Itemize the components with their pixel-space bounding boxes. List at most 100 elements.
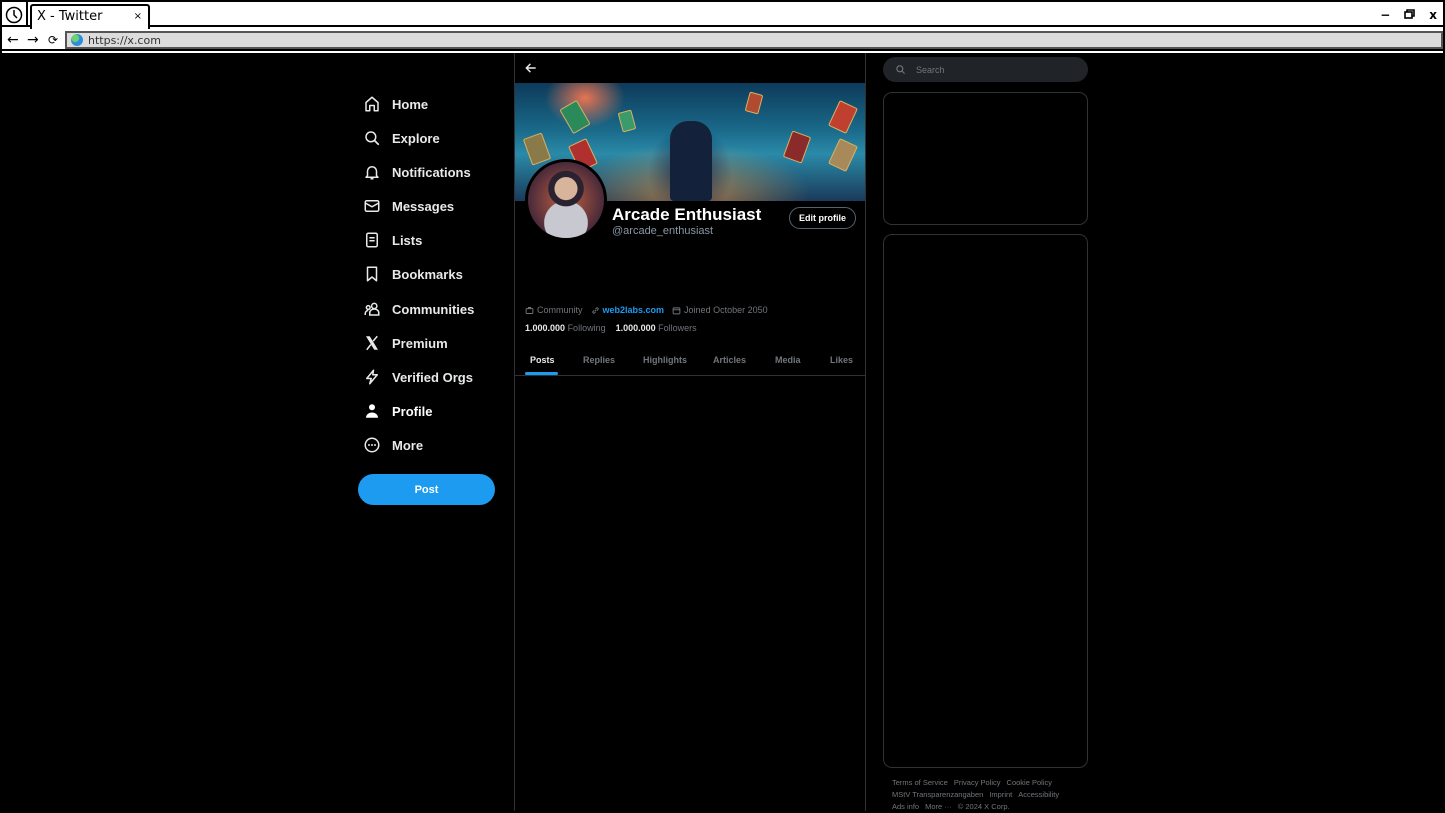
footer-links: Terms of Service Privacy Policy Cookie Pol… — [892, 777, 1082, 811]
x-logo-icon — [366, 335, 378, 351]
sidebar-item-notifications[interactable]: Notifications — [363, 157, 471, 187]
home-icon — [365, 96, 379, 112]
globe-icon — [71, 34, 83, 46]
bookmark-icon — [366, 266, 378, 282]
search-icon — [896, 65, 906, 75]
profile-name: Arcade Enthusiast — [612, 205, 762, 224]
tab-close-button[interactable]: × — [134, 6, 142, 28]
sidebar-item-label: Verified Orgs — [392, 369, 473, 385]
sidebar-panel-bottom — [883, 234, 1088, 768]
footer-link[interactable]: Accessibility — [1018, 790, 1059, 799]
banner-card — [617, 109, 637, 133]
calendar-icon — [672, 306, 681, 314]
sidebar-item-premium[interactable]: Premium — [363, 328, 448, 358]
sidebar-item-label: Home — [392, 96, 429, 112]
sidebar-item-verified-orgs[interactable]: Verified Orgs — [363, 362, 473, 392]
footer-link[interactable]: Privacy Policy — [954, 778, 1001, 787]
edit-profile-button[interactable]: Edit profile — [789, 207, 856, 229]
sidebar-item-label: Lists — [392, 232, 423, 248]
sidebar-item-label: Explore — [392, 130, 440, 146]
sidebar-item-home[interactable]: Home — [363, 89, 428, 119]
sidebar-item-messages[interactable]: Messages — [363, 191, 454, 221]
tab-posts[interactable]: Posts — [530, 345, 555, 375]
browser-window: X - Twitter × − x ← → ⟳ https://x.com Ho… — [0, 0, 1445, 813]
back-button[interactable]: ← — [7, 29, 19, 51]
banner-card — [828, 100, 858, 134]
profile-column: Arcade Enthusiast @arcade_enthusiast Edi… — [514, 53, 866, 811]
reload-button[interactable]: ⟳ — [48, 29, 58, 51]
profile-category: Community — [525, 305, 583, 315]
url-text: https://x.com — [88, 33, 161, 47]
post-button[interactable]: Post — [358, 474, 495, 505]
minimize-button[interactable]: − — [1380, 8, 1390, 22]
close-window-button[interactable]: x — [1429, 8, 1437, 22]
sidebar-item-explore[interactable]: Explore — [363, 123, 440, 153]
banner-card — [744, 91, 764, 115]
sidebar-item-label: Notifications — [392, 164, 471, 180]
search-placeholder: Search — [916, 64, 945, 75]
bell-icon — [365, 166, 379, 180]
tab-media[interactable]: Media — [775, 345, 801, 375]
copyright: © 2024 X Corp. — [957, 802, 1010, 811]
address-bar[interactable]: https://x.com — [65, 31, 1443, 49]
active-tab-indicator — [525, 372, 558, 375]
list-icon — [366, 232, 378, 248]
link-icon — [591, 306, 599, 314]
followers-stat[interactable]: 1.000.000 Followers — [616, 323, 697, 333]
person-icon — [366, 404, 378, 418]
profile-avatar[interactable] — [525, 159, 607, 241]
footer-link[interactable]: Terms of Service — [892, 778, 948, 787]
search-input[interactable]: Search — [883, 57, 1088, 82]
sidebar-item-profile[interactable]: Profile — [363, 396, 432, 426]
sidebar-item-label: More — [392, 437, 424, 453]
tab-replies[interactable]: Replies — [583, 345, 615, 375]
banner-hooded-figure — [670, 121, 712, 201]
browser-tab[interactable]: X - Twitter × — [30, 4, 150, 29]
sidebar-item-bookmarks[interactable]: Bookmarks — [363, 259, 463, 289]
banner-card — [522, 132, 552, 166]
forward-button[interactable]: → — [27, 29, 39, 51]
profile-website[interactable]: web2labs.com — [591, 305, 665, 315]
website-link[interactable]: web2labs.com — [603, 305, 665, 315]
envelope-icon — [364, 200, 380, 212]
sidebar-item-lists[interactable]: Lists — [363, 225, 422, 255]
briefcase-icon — [525, 306, 534, 314]
more-circle-icon — [364, 437, 380, 453]
footer-link[interactable]: Cookie Policy — [1007, 778, 1052, 787]
following-stat[interactable]: 1.000.000 Following — [525, 323, 606, 333]
restore-button[interactable] — [1404, 8, 1416, 22]
banner-card — [559, 99, 591, 135]
banner-card — [782, 130, 812, 164]
tab-articles[interactable]: Articles — [713, 345, 746, 375]
footer-link[interactable]: Ads info — [892, 802, 919, 811]
banner-card — [828, 138, 858, 172]
profile-joined: Joined October 2050 — [672, 305, 768, 315]
back-arrow-icon[interactable] — [524, 61, 538, 75]
footer-link[interactable]: Imprint — [989, 790, 1012, 799]
clock-icon — [5, 6, 23, 23]
tab-likes[interactable]: Likes — [830, 345, 853, 375]
restore-icon — [1404, 8, 1416, 19]
communities-icon — [364, 302, 380, 316]
navigation-bar: ← → ⟳ https://x.com — [2, 29, 1443, 51]
history-button[interactable] — [2, 2, 28, 27]
sidebar-panel-top — [883, 92, 1088, 225]
sidebar-nav: Home Explore Notifications Messages List… — [357, 53, 514, 811]
profile-tabs: Posts Replies Highlights Articles Media … — [515, 345, 865, 376]
footer-link[interactable]: MStV Transparenzangaben — [892, 790, 983, 799]
search-icon — [365, 131, 380, 146]
window-controls: − x — [1380, 2, 1437, 27]
sidebar-item-label: Communities — [392, 301, 475, 317]
title-bar: X - Twitter × − x — [2, 2, 1443, 29]
sidebar-item-communities[interactable]: Communities — [363, 294, 474, 324]
tab-highlights[interactable]: Highlights — [643, 345, 687, 375]
profile-meta: Community web2labs.com Joined October 20… — [525, 305, 768, 315]
sidebar-item-label: Profile — [392, 403, 433, 419]
sidebar-item-label: Bookmarks — [392, 266, 463, 282]
footer-link[interactable]: More ··· — [925, 802, 952, 811]
page-viewport: Home Explore Notifications Messages List… — [2, 53, 1443, 811]
profile-handle: @arcade_enthusiast — [612, 225, 714, 237]
lightning-icon — [366, 369, 378, 385]
sidebar-item-more[interactable]: More — [363, 430, 423, 460]
profile-stats: 1.000.000 Following 1.000.000 Followers — [525, 323, 697, 333]
